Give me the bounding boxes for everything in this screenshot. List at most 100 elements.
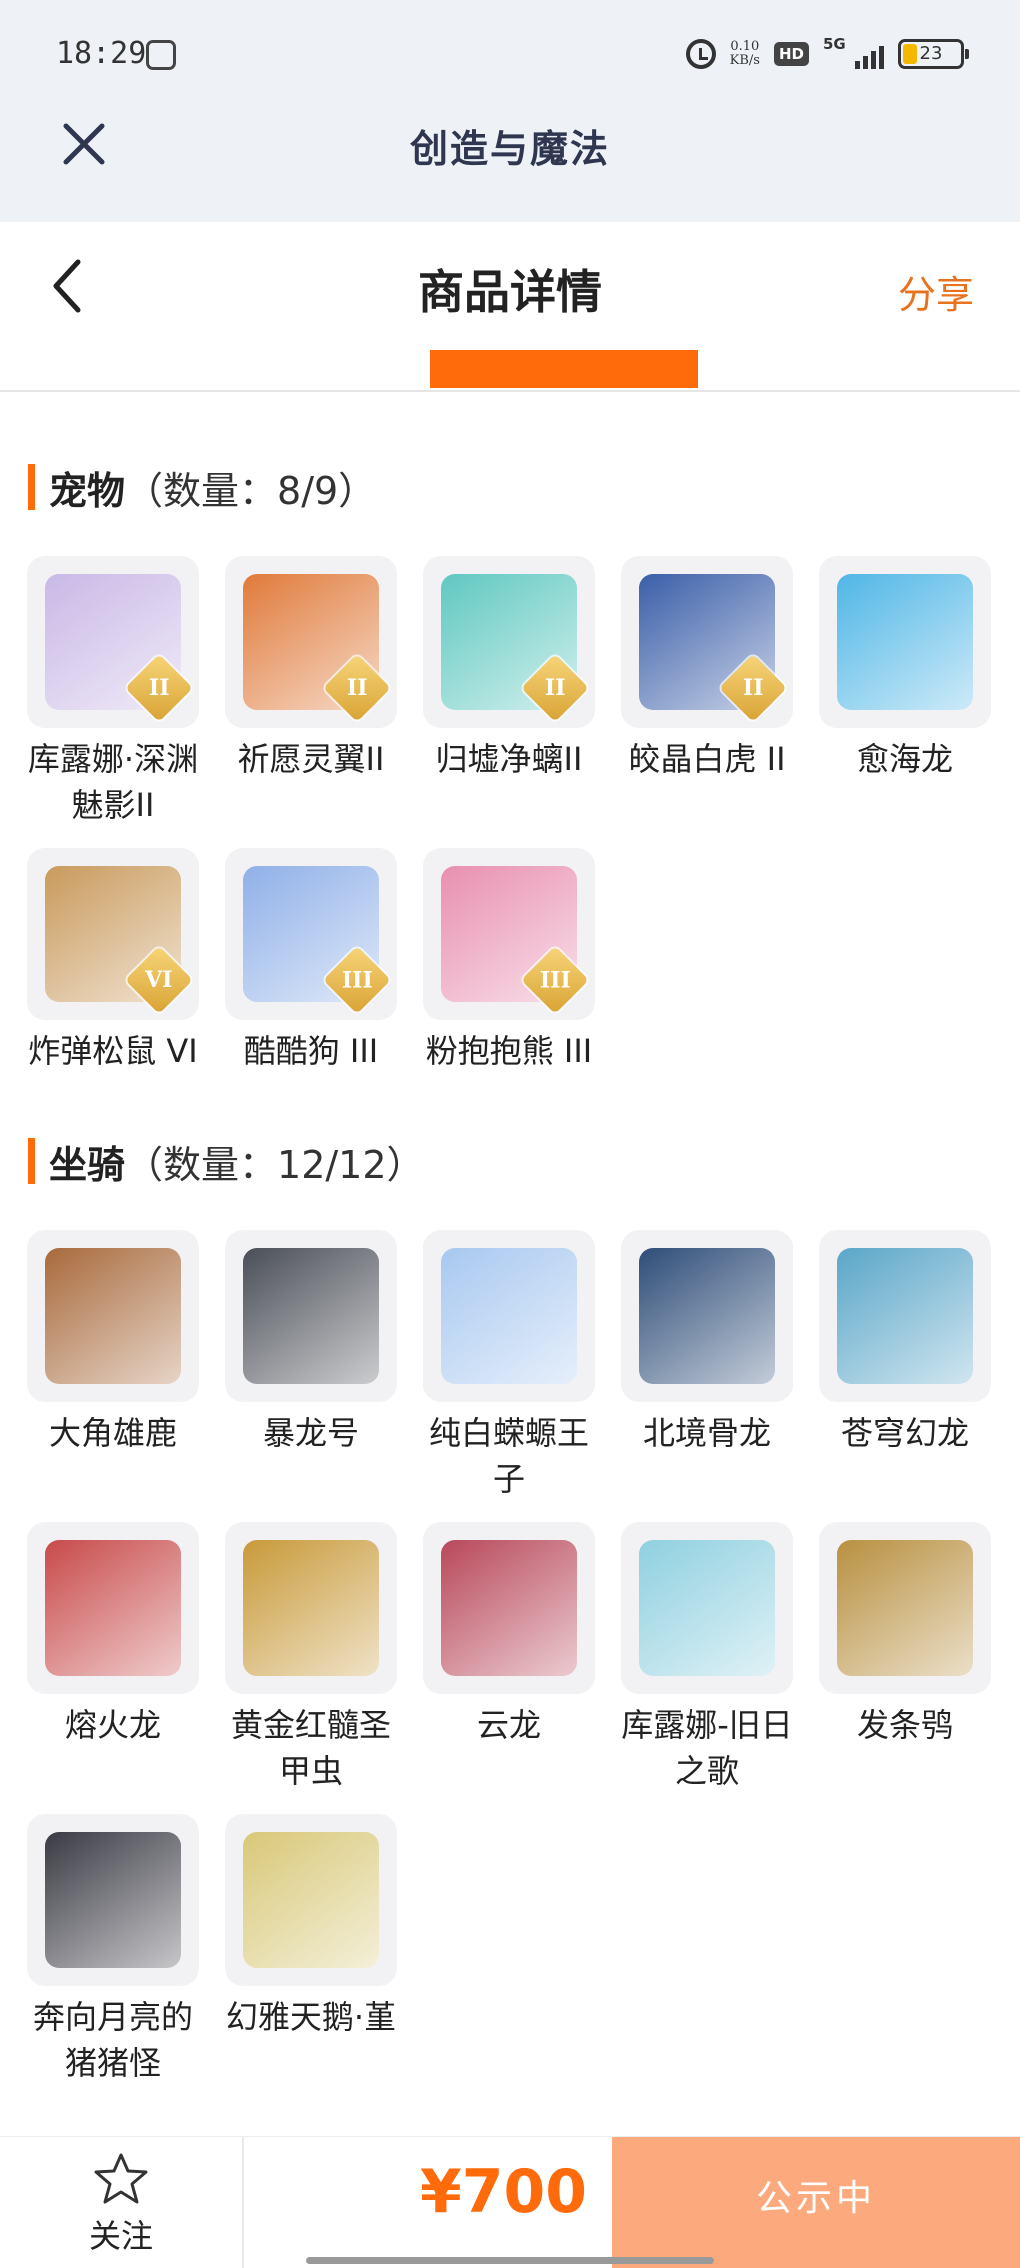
pet-thumbnail: III <box>423 848 595 1020</box>
pet-card[interactable]: II 归墟净螭II <box>423 556 595 814</box>
follow-button[interactable]: 关注 <box>0 2137 242 2268</box>
mounts-section-count: （数量：12/12） <box>125 1142 425 1187</box>
pet-card[interactable]: III 酷酷狗 III <box>225 848 397 1106</box>
mount-card[interactable]: 库露娜-旧日之歌 <box>621 1522 793 1790</box>
pet-card[interactable]: II 祈愿灵翼II <box>225 556 397 814</box>
pet-thumbnail: II <box>225 556 397 728</box>
mount-image <box>243 1248 379 1384</box>
alarm-icon <box>685 39 716 69</box>
mount-thumbnail <box>621 1230 793 1402</box>
top-header: 18:29 0.10 KB/s HD 5G 23 创造与魔法 <box>0 0 1020 222</box>
pets-grid: II 库露娜·深渊魅影II II 祈愿灵翼II II 归墟净螭II II 皎晶白虎 II 愈海龙… <box>27 556 991 1106</box>
pet-card[interactable]: II 库露娜·深渊魅影II <box>27 556 199 824</box>
mount-name: 大角雄鹿 <box>48 1414 177 1452</box>
pets-section-header: 宠物 （数量：8/9） <box>28 462 377 513</box>
pet-card[interactable]: VI 炸弹松鼠 VI <box>27 848 199 1106</box>
signal-icon: 5G <box>823 35 884 69</box>
mounts-section-header: 坐骑 （数量：12/12） <box>28 1136 425 1187</box>
mount-image <box>441 1248 577 1384</box>
pet-thumbnail: II <box>27 556 199 728</box>
mount-card[interactable]: 熔火龙 <box>27 1522 199 1780</box>
pet-thumbnail: III <box>225 848 397 1020</box>
pet-name: 粉抱抱熊 III <box>425 1032 593 1070</box>
share-button[interactable]: 分享 <box>898 264 974 319</box>
pet-name: 愈海龙 <box>856 740 953 778</box>
mount-card[interactable]: 幻雅天鹅·堇 <box>225 1814 397 2072</box>
pet-card[interactable]: II 皎晶白虎 II <box>621 556 793 814</box>
status-time: 18:29 <box>56 36 147 71</box>
mount-image <box>441 1540 577 1676</box>
pet-card[interactable]: 愈海龙 <box>819 556 991 814</box>
mount-name: 库露娜-旧日之歌 <box>621 1706 793 1790</box>
mount-name: 云龙 <box>476 1706 541 1744</box>
mount-card[interactable]: 黄金红髓圣甲虫 <box>225 1522 397 1790</box>
mount-name: 发条鸮 <box>856 1706 953 1744</box>
battery-level: 23 <box>919 43 943 64</box>
pet-thumbnail: II <box>423 556 595 728</box>
pet-card[interactable]: III 粉抱抱熊 III <box>423 848 595 1106</box>
mount-thumbnail <box>27 1230 199 1402</box>
mount-name: 奔向月亮的猪猪怪 <box>32 1998 193 2082</box>
price: ¥700 <box>420 2157 587 2227</box>
mount-name: 黄金红髓圣甲虫 <box>230 1706 391 1790</box>
tab-divider <box>0 390 1020 392</box>
mount-thumbnail <box>423 1522 595 1694</box>
mount-thumbnail <box>27 1814 199 1986</box>
mount-image <box>45 1248 181 1384</box>
page-title: 商品详情 <box>418 265 602 319</box>
mount-name: 幻雅天鹅·堇 <box>225 1998 397 2036</box>
mount-name: 北境骨龙 <box>642 1414 771 1452</box>
mount-image <box>243 1832 379 1968</box>
mount-card[interactable]: 纯白蝾螈王子 <box>423 1230 595 1498</box>
mount-name: 熔火龙 <box>64 1706 161 1744</box>
network-speed: 0.10 KB/s <box>730 40 760 68</box>
mounts-grid: 大角雄鹿 暴龙号 纯白蝾螈王子 北境骨龙 苍穹幻龙熔火龙 黄金红髓圣甲虫 云龙 库露娜-旧日之… <box>27 1230 991 2082</box>
status-icons: 0.10 KB/s HD 5G 23 <box>685 32 969 76</box>
mount-image <box>837 1540 973 1676</box>
pet-thumbnail: VI <box>27 848 199 1020</box>
pet-image <box>837 574 973 710</box>
page-navbar: 商品详情 分享 <box>0 222 1020 392</box>
mount-card[interactable]: 暴龙号 <box>225 1230 397 1488</box>
mount-card[interactable]: 北境骨龙 <box>621 1230 793 1488</box>
network-speed-value: 0.10 <box>730 39 760 54</box>
mounts-section-title: 坐骑 <box>49 1142 126 1187</box>
network-type: 5G <box>823 35 846 53</box>
mount-card[interactable]: 奔向月亮的猪猪怪 <box>27 1814 199 2082</box>
pet-name: 皎晶白虎 II <box>628 740 786 778</box>
mount-card[interactable]: 云龙 <box>423 1522 595 1780</box>
app-title: 创造与魔法 <box>409 126 610 171</box>
mount-thumbnail <box>225 1522 397 1694</box>
mount-thumbnail <box>621 1522 793 1694</box>
mount-thumbnail <box>27 1522 199 1694</box>
pet-thumbnail: II <box>621 556 793 728</box>
mount-thumbnail <box>819 1522 991 1694</box>
follow-label: 关注 <box>88 2217 153 2255</box>
bottom-action-bar: 关注 ¥700 公示中 <box>0 2136 1020 2268</box>
bar-divider <box>242 2137 244 2268</box>
mount-image <box>45 1832 181 1968</box>
pet-thumbnail <box>819 556 991 728</box>
pet-name: 酷酷狗 III <box>243 1032 379 1070</box>
pets-section-count: （数量：8/9） <box>125 468 377 513</box>
mount-name: 纯白蝾螈王子 <box>428 1414 589 1498</box>
mount-image <box>45 1540 181 1676</box>
pet-name: 祈愿灵翼II <box>237 740 385 778</box>
mount-card[interactable]: 发条鸮 <box>819 1522 991 1780</box>
publicity-status-button[interactable]: 公示中 <box>612 2137 1020 2268</box>
pet-name: 库露娜·深渊魅影II <box>27 740 199 824</box>
mount-card[interactable]: 大角雄鹿 <box>27 1230 199 1488</box>
mount-thumbnail <box>423 1230 595 1402</box>
mount-image <box>243 1540 379 1676</box>
battery-icon: 23 <box>898 39 969 69</box>
section-accent-bar <box>28 464 35 510</box>
mount-thumbnail <box>225 1814 397 1986</box>
active-tab-indicator[interactable] <box>430 350 698 388</box>
mount-name: 苍穹幻龙 <box>840 1414 969 1452</box>
notification-app-icon <box>146 40 176 70</box>
section-accent-bar <box>28 1138 35 1184</box>
mount-card[interactable]: 苍穹幻龙 <box>819 1230 991 1488</box>
mount-image <box>639 1540 775 1676</box>
mount-thumbnail <box>225 1230 397 1402</box>
pet-name: 炸弹松鼠 VI <box>28 1032 198 1070</box>
